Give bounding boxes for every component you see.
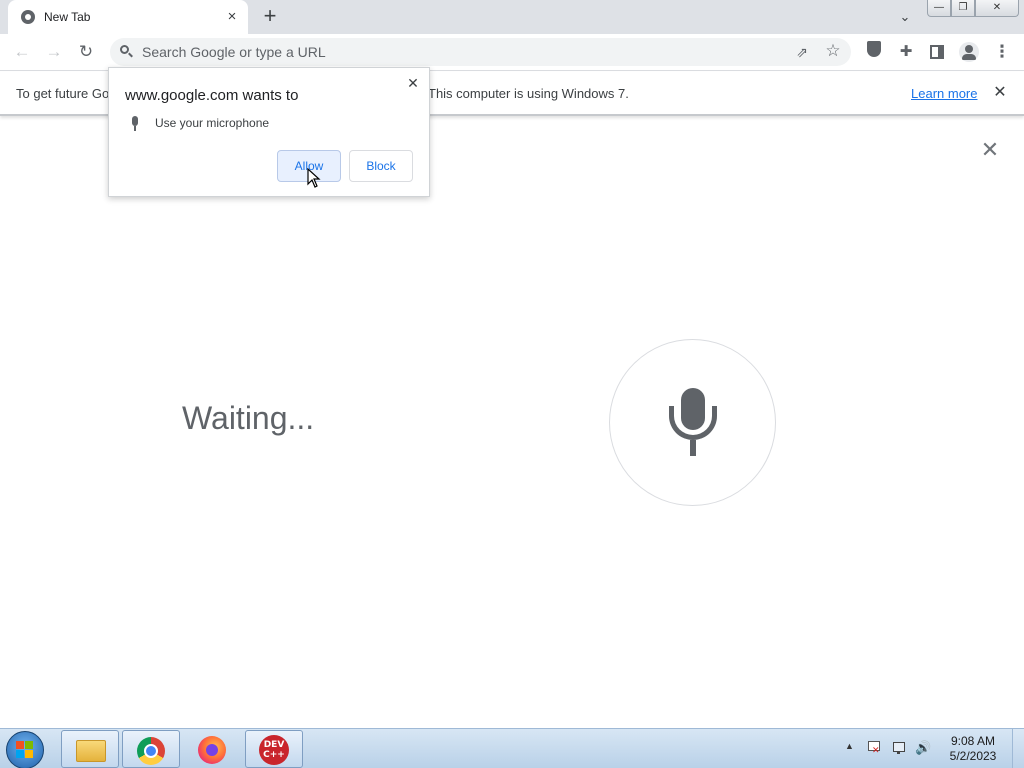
infobar-text-end: This computer is using Windows 7.	[428, 86, 629, 101]
permission-popup: ✕ www.google.com wants to Use your micro…	[108, 67, 430, 197]
chrome-icon	[137, 737, 165, 765]
microphone-icon	[130, 116, 140, 132]
chrome-favicon-icon	[21, 10, 35, 24]
chrome-menu-icon[interactable]: ⋮	[991, 41, 1013, 63]
restore-button[interactable]: ❐	[951, 0, 975, 17]
taskbar-devcpp[interactable]: DEV C++	[245, 730, 303, 768]
microphone-icon	[668, 388, 718, 458]
reload-button[interactable]: ↻	[74, 40, 98, 64]
block-button[interactable]: Block	[349, 150, 413, 182]
folder-icon	[76, 740, 106, 762]
window-controls: — ❐ ✕	[927, 0, 1019, 18]
voice-mic-button[interactable]	[609, 339, 776, 506]
back-button[interactable]: ←	[10, 40, 34, 64]
tab-title: New Tab	[44, 10, 91, 24]
extensions-puzzle-icon[interactable]: ✚	[895, 41, 917, 63]
windows-taskbar: DEVC++ ▲ 🔊 9:08 AM 5/2/2023	[0, 728, 1024, 768]
search-icon	[119, 44, 135, 60]
browser-toolbar: ← → ↻ Search Google or type a URL ⇗ ☆ ✚ …	[0, 34, 1024, 71]
permission-text: Use your microphone	[155, 116, 270, 130]
omnibox-placeholder[interactable]: Search Google or type a URL	[142, 44, 326, 60]
tab-search-icon[interactable]: ⌄	[894, 7, 916, 27]
devcpp-icon: DEV C++	[259, 735, 289, 765]
taskbar-chrome[interactable]	[122, 730, 180, 768]
taskbar-clock[interactable]: 9:08 AM 5/2/2023	[938, 734, 1008, 764]
tray-expand-icon[interactable]: ▲	[845, 741, 854, 751]
new-tab-button[interactable]: +	[258, 5, 282, 29]
minimize-button[interactable]: —	[927, 0, 951, 17]
popup-title: www.google.com wants to	[125, 87, 299, 104]
infobar-close-icon[interactable]: ✕	[990, 83, 1010, 103]
clock-date: 5/2/2023	[949, 749, 997, 763]
profile-avatar-icon[interactable]	[958, 41, 980, 63]
show-desktop-button[interactable]	[1012, 729, 1024, 768]
learn-more-link[interactable]: Learn more	[911, 86, 977, 101]
tab-strip: New Tab × + ⌄ — ❐ ✕	[0, 0, 1024, 34]
omnibox[interactable]: Search Google or type a URL ⇗ ☆	[110, 38, 851, 66]
side-panel-icon[interactable]	[926, 41, 948, 63]
infobar-text-start: To get future Go	[16, 86, 110, 101]
windows-logo-icon	[16, 741, 34, 759]
tab-close-icon[interactable]: ×	[222, 7, 242, 27]
start-button[interactable]	[6, 731, 44, 768]
action-center-flag-icon[interactable]	[866, 740, 882, 756]
voice-status-text: Waiting...	[182, 400, 315, 436]
forward-button[interactable]: →	[42, 40, 66, 64]
clock-time: 9:08 AM	[950, 734, 996, 748]
taskbar-explorer[interactable]	[61, 730, 119, 768]
popup-close-icon[interactable]: ✕	[403, 73, 423, 93]
tab-new-tab[interactable]: New Tab ×	[8, 0, 248, 34]
bookmark-star-icon[interactable]: ☆	[823, 41, 843, 61]
ublock-shield-icon[interactable]	[863, 41, 885, 63]
voice-search-close-icon[interactable]: ✕	[978, 138, 1002, 162]
firefox-icon	[198, 736, 226, 764]
network-icon[interactable]	[891, 740, 907, 756]
taskbar-firefox[interactable]	[184, 730, 242, 768]
volume-icon[interactable]: 🔊	[915, 740, 931, 756]
share-icon[interactable]: ⇗	[792, 42, 812, 62]
close-window-button[interactable]: ✕	[975, 0, 1019, 17]
